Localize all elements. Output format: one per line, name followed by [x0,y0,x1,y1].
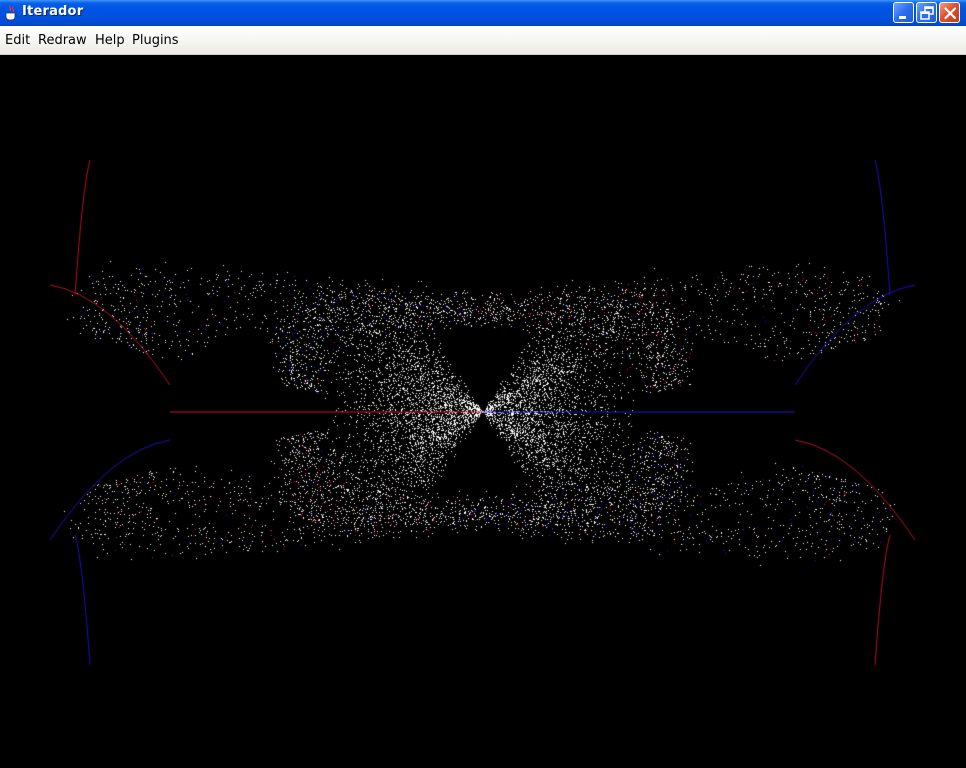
menu-plugins[interactable]: Plugins [132,33,179,48]
drawing-canvas-area[interactable] [0,55,966,768]
iteration-plot[interactable] [0,55,966,768]
restore-icon [920,6,934,20]
menu-help[interactable]: Help [95,33,125,48]
java-cup-icon [4,5,18,21]
menu-redraw[interactable]: Redraw [38,33,87,48]
menu-bar: Edit Redraw Help Plugins [0,26,966,55]
app-window: Iterador Edit Redraw Help Plugins [0,0,966,768]
title-bar[interactable]: Iterador [0,0,966,26]
minimize-icon [899,16,906,19]
menu-edit[interactable]: Edit [5,33,30,48]
close-button[interactable] [939,2,960,23]
restore-button[interactable] [916,2,937,23]
close-icon [944,7,957,20]
minimize-button[interactable] [893,2,914,23]
window-title: Iterador [22,4,84,19]
